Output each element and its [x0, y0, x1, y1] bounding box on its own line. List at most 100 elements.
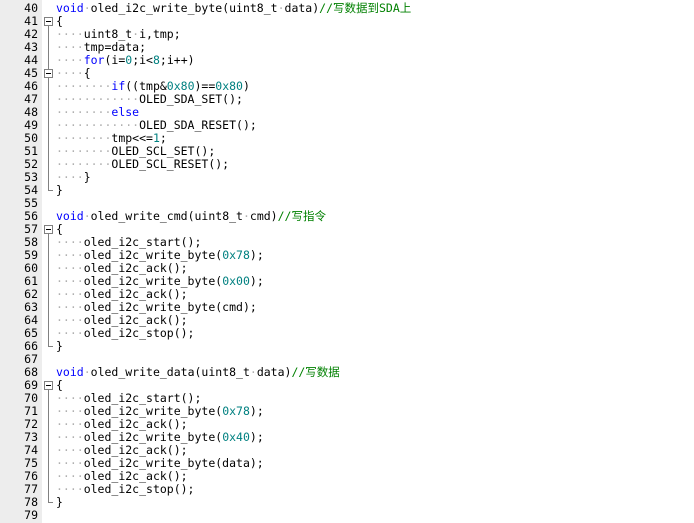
fold-guide-icon	[43, 327, 54, 340]
text-token: oled_i2c_write_byte(	[83, 430, 223, 444]
code-line[interactable]: 40 void·oled_i2c_write_byte(uint8_t·data)…	[0, 2, 694, 15]
text-token: }	[56, 183, 63, 197]
code-line[interactable]: 68 void·oled_write_data(uint8_t·data)//写数…	[0, 366, 694, 379]
whitespace-marker: ·	[83, 1, 91, 15]
text-token: }	[56, 339, 63, 353]
text-token: {	[83, 66, 91, 80]
fold-guide-icon	[43, 444, 54, 457]
fold-toggle-icon[interactable]	[43, 379, 54, 392]
text-token: tmp=data;	[83, 40, 147, 54]
text-token: );	[249, 274, 264, 288]
text-token: i,tmp;	[139, 27, 181, 41]
code-editor[interactable]: 40 void·oled_i2c_write_byte(uint8_t·data)…	[0, 0, 694, 523]
fold-guide-icon	[43, 431, 54, 444]
fold-toggle-icon[interactable]	[43, 223, 54, 236]
text-token: oled_i2c_ack();	[83, 261, 188, 275]
text-token: oled_i2c_ack();	[83, 469, 188, 483]
keyword-token: void	[56, 209, 84, 223]
fold-guide-icon	[43, 80, 54, 93]
whitespace-marker: ····	[56, 430, 84, 444]
fold-guide-icon	[43, 93, 54, 106]
text-token: {	[56, 378, 63, 392]
number-token: 1	[152, 131, 160, 145]
whitespace-marker: ·	[249, 365, 257, 379]
line-source: ····oled_i2c_stop();	[56, 483, 194, 496]
keyword-token: void	[56, 365, 84, 379]
keyword-token: if	[111, 79, 126, 93]
fold-guide-icon	[43, 119, 54, 132]
code-line[interactable]: 44 ····for(i=0;i<8;i++)	[0, 54, 694, 67]
fold-guide-icon	[43, 249, 54, 262]
fold-guide-icon	[43, 184, 54, 197]
whitespace-marker: ········	[56, 157, 112, 171]
text-token: }	[56, 495, 63, 509]
fold-guide-icon	[43, 158, 54, 171]
whitespace-marker: ····	[56, 274, 84, 288]
text-token: OLED_SDA_RESET();	[139, 118, 257, 132]
text-token: }	[83, 170, 91, 184]
whitespace-marker: ····	[56, 456, 84, 470]
text-token: oled_i2c_ack();	[83, 313, 188, 327]
fold-guide-icon	[43, 28, 54, 41]
number-token: 8	[152, 53, 160, 67]
code-line[interactable]: 56 void·oled_write_cmd(uint8_t·cmd)//写指令	[0, 210, 694, 223]
code-line[interactable]: 78}	[0, 496, 694, 509]
text-token: oled_write_data(uint8_t	[90, 365, 250, 379]
fold-guide-icon	[43, 132, 54, 145]
text-token: data)	[256, 365, 292, 379]
code-line[interactable]: 65 ····oled_i2c_stop();	[0, 327, 694, 340]
code-line[interactable]: 53 ····}	[0, 171, 694, 184]
whitespace-marker: ····	[56, 261, 84, 275]
comment-token: //写指令	[277, 209, 326, 223]
fold-guide-icon	[43, 41, 54, 54]
text-token: )	[242, 79, 250, 93]
number-token: 0x80	[166, 79, 195, 93]
text-token: )==	[194, 79, 216, 93]
whitespace-marker: ····	[56, 300, 84, 314]
code-line[interactable]: 79	[0, 509, 694, 522]
code-line[interactable]: 54}	[0, 184, 694, 197]
text-token: ;i<	[132, 53, 153, 67]
text-token: oled_i2c_write_byte(	[83, 404, 223, 418]
fold-guide-icon	[43, 236, 54, 249]
text-token: {	[56, 14, 63, 28]
text-token: data)	[284, 1, 320, 15]
text-token: oled_i2c_write_byte(	[83, 248, 223, 262]
fold-guide-icon	[43, 171, 54, 184]
text-token: oled_i2c_ack();	[83, 287, 188, 301]
whitespace-marker: ····	[56, 482, 84, 496]
fold-guide-icon	[43, 54, 54, 67]
text-token: OLED_SCL_RESET();	[111, 157, 230, 171]
fold-guide-icon	[43, 405, 54, 418]
text-token: tmp<<=	[111, 131, 153, 145]
whitespace-marker: ····	[56, 469, 84, 483]
line-source: void·oled_write_data(uint8_t·data)//写数据	[56, 366, 340, 379]
code-line[interactable]: 77 ····oled_i2c_stop();	[0, 483, 694, 496]
line-source: ····oled_i2c_stop();	[56, 327, 194, 340]
line-source: }	[56, 340, 63, 353]
text-token: );	[249, 248, 264, 262]
keyword-token: for	[83, 53, 105, 67]
whitespace-marker: ········	[56, 105, 112, 119]
fold-guide-icon	[43, 275, 54, 288]
whitespace-marker: ············	[56, 118, 140, 132]
whitespace-marker: ····	[56, 326, 84, 340]
text-token: ;i++)	[159, 53, 195, 67]
whitespace-marker: ····	[56, 404, 84, 418]
fold-toggle-icon[interactable]	[43, 15, 54, 28]
text-token: ;	[159, 131, 167, 145]
text-token: oled_i2c_ack();	[83, 443, 188, 457]
fold-guide-icon	[43, 457, 54, 470]
text-token: uint8_t	[83, 27, 133, 41]
fold-guide-icon	[43, 496, 54, 509]
text-token: oled_i2c_ack();	[83, 417, 188, 431]
text-token: oled_write_cmd(uint8_t	[90, 209, 243, 223]
whitespace-marker: ····	[56, 66, 84, 80]
code-line[interactable]: 52 ········OLED_SCL_RESET();	[0, 158, 694, 171]
code-line[interactable]: 66}	[0, 340, 694, 353]
code-area[interactable]: 40 void·oled_i2c_write_byte(uint8_t·data)…	[0, 2, 694, 522]
whitespace-marker: ····	[56, 417, 84, 431]
fold-toggle-icon[interactable]	[43, 67, 54, 80]
whitespace-marker: ····	[56, 170, 84, 184]
number-token: 0x00	[222, 274, 250, 288]
